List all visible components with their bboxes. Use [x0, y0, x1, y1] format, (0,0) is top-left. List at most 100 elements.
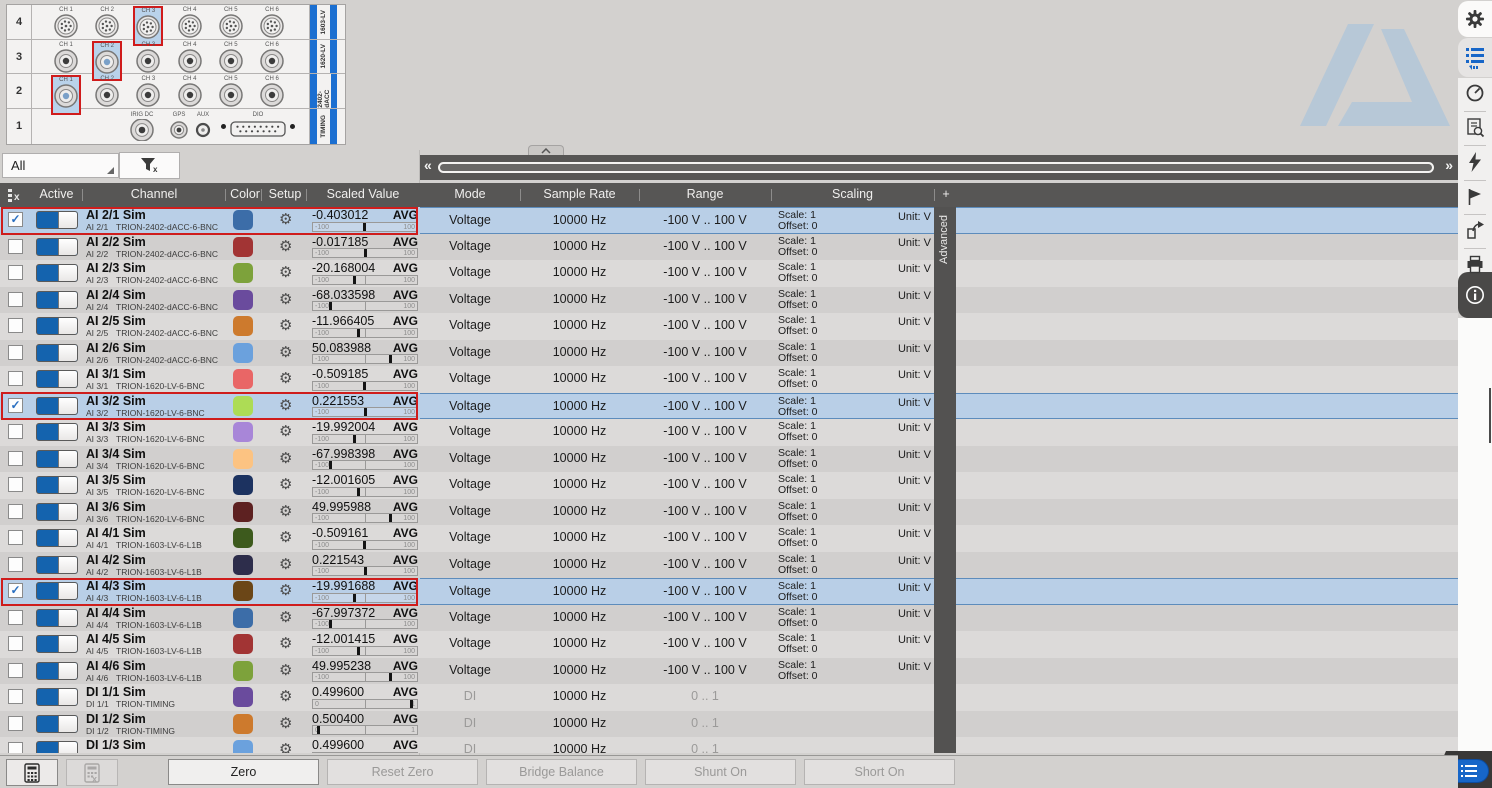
color-swatch[interactable] [233, 343, 253, 363]
channel-row[interactable]: AI 4/1 SimAI 4/1TRION-1603-LV-6-L1B⚙-0.5… [0, 525, 420, 552]
scroll-left-icon[interactable]: « [424, 157, 432, 173]
active-toggle[interactable] [36, 609, 78, 627]
gear-icon[interactable] [1465, 9, 1485, 29]
color-swatch[interactable] [233, 475, 253, 495]
channel-select-checkbox[interactable] [8, 318, 23, 333]
col-range[interactable]: Range [639, 187, 771, 201]
channel-select-checkbox[interactable] [8, 663, 23, 678]
color-swatch[interactable] [233, 422, 253, 442]
connector-irigdc[interactable]: IRIG DC [128, 111, 156, 146]
color-swatch[interactable] [233, 369, 253, 389]
channel-select-checkbox[interactable]: ✓ [8, 398, 23, 413]
col-color[interactable]: Color [226, 187, 264, 201]
active-toggle[interactable] [36, 370, 78, 388]
scroll-right-icon[interactable]: » [1445, 157, 1453, 173]
connector-ch1[interactable]: CH 1 [52, 6, 80, 43]
connector-ch2[interactable]: CH 2 [93, 6, 121, 43]
scrollbar-thumb[interactable] [438, 162, 1434, 173]
active-toggle[interactable] [36, 715, 78, 733]
deselect-all-icon[interactable]: x [8, 188, 22, 202]
channel-select-checkbox[interactable]: ✓ [8, 583, 23, 598]
setup-gear-icon[interactable]: ⚙ [279, 422, 292, 442]
color-swatch[interactable] [233, 396, 253, 416]
connector-ch6[interactable]: CH 6 [258, 41, 286, 78]
connector-aux[interactable]: AUX [189, 111, 217, 146]
color-swatch[interactable] [233, 555, 253, 575]
connector-ch5[interactable]: CH 5 [217, 6, 245, 43]
horizontal-scrollbar[interactable]: « » [420, 155, 1458, 180]
setup-gear-icon[interactable]: ⚙ [279, 502, 292, 522]
active-toggle[interactable] [36, 556, 78, 574]
setup-gear-icon[interactable]: ⚙ [279, 475, 292, 495]
setup-gear-icon[interactable]: ⚙ [279, 555, 292, 575]
setup-gear-icon[interactable]: ⚙ [279, 396, 292, 416]
color-swatch[interactable] [233, 634, 253, 654]
setup-gear-icon[interactable]: ⚙ [279, 740, 292, 753]
connector-ch3[interactable]: CH 3 [134, 75, 162, 112]
channel-select-checkbox[interactable]: ✓ [8, 212, 23, 227]
setup-gear-icon[interactable]: ⚙ [279, 661, 292, 681]
setup-gear-icon[interactable]: ⚙ [279, 687, 292, 707]
connector-ch3[interactable]: CH 3 [134, 41, 162, 78]
channel-row[interactable]: AI 2/5 SimAI 2/5TRION-2402-dACC-6-BNC⚙-1… [0, 313, 420, 340]
color-swatch[interactable] [233, 210, 253, 230]
setup-gear-icon[interactable]: ⚙ [279, 608, 292, 628]
color-swatch[interactable] [233, 608, 253, 628]
channel-row[interactable]: AI 3/5 SimAI 3/5TRION-1620-LV-6-BNC⚙-12.… [0, 472, 420, 499]
setup-gear-icon[interactable]: ⚙ [279, 263, 292, 283]
printer-icon[interactable] [1465, 255, 1485, 275]
channel-select-checkbox[interactable] [8, 239, 23, 254]
channel-row[interactable]: AI 2/3 SimAI 2/3TRION-2402-dACC-6-BNC⚙-2… [0, 260, 420, 287]
channel-row[interactable]: AI 2/6 SimAI 2/6TRION-2402-dACC-6-BNC⚙50… [0, 340, 420, 367]
setup-gear-icon[interactable]: ⚙ [279, 581, 292, 601]
active-toggle[interactable] [36, 503, 78, 521]
col-mode[interactable]: Mode [420, 187, 520, 201]
color-swatch[interactable] [233, 714, 253, 734]
connector-dio[interactable]: DIO [227, 111, 289, 144]
channel-row[interactable]: ✓AI 4/3 SimAI 4/3TRION-1603-LV-6-L1B⚙-19… [0, 578, 420, 605]
info-icon[interactable] [1465, 285, 1485, 305]
advanced-columns-tab[interactable]: Advanced [934, 207, 956, 753]
channel-row[interactable]: AI 4/6 SimAI 4/6TRION-1603-LV-6-L1B⚙49.9… [0, 658, 420, 685]
channel-select-checkbox[interactable] [8, 292, 23, 307]
channel-list-icon[interactable] [1465, 46, 1485, 72]
connector-ch4[interactable]: CH 4 [176, 6, 204, 43]
active-toggle[interactable] [36, 291, 78, 309]
channel-select-checkbox[interactable] [8, 504, 23, 519]
channel-select-checkbox[interactable] [8, 371, 23, 386]
add-column-button[interactable]: + [934, 187, 958, 201]
zero-button[interactable]: Zero [168, 759, 319, 785]
channel-row[interactable]: AI 2/4 SimAI 2/4TRION-2402-dACC-6-BNC⚙-6… [0, 287, 420, 314]
setup-gear-icon[interactable]: ⚙ [279, 343, 292, 363]
lightning-icon[interactable] [1465, 152, 1485, 172]
connector-ch5[interactable]: CH 5 [217, 75, 245, 112]
setup-gear-icon[interactable]: ⚙ [279, 290, 292, 310]
calculator-button[interactable] [6, 759, 58, 786]
active-toggle[interactable] [36, 662, 78, 680]
export-icon[interactable] [1465, 221, 1485, 241]
col-setup[interactable]: Setup [262, 187, 308, 201]
color-swatch[interactable] [233, 687, 253, 707]
channel-row[interactable]: AI 4/5 SimAI 4/5TRION-1603-LV-6-L1B⚙-12.… [0, 631, 420, 658]
setup-gear-icon[interactable]: ⚙ [279, 369, 292, 389]
filter-button[interactable]: x [119, 152, 180, 179]
channel-row[interactable]: AI 4/4 SimAI 4/4TRION-1603-LV-6-L1B⚙-67.… [0, 605, 420, 632]
active-toggle[interactable] [36, 423, 78, 441]
color-swatch[interactable] [233, 581, 253, 601]
channel-row[interactable]: DI 1/1 SimDI 1/1TRION-TIMING⚙0.499600AVG… [0, 684, 420, 711]
color-swatch[interactable] [233, 263, 253, 283]
channel-row[interactable]: AI 4/2 SimAI 4/2TRION-1603-LV-6-L1B⚙0.22… [0, 552, 420, 579]
color-swatch[interactable] [233, 528, 253, 548]
color-swatch[interactable] [233, 316, 253, 336]
active-toggle[interactable] [36, 317, 78, 335]
channel-select-checkbox[interactable] [8, 716, 23, 731]
active-toggle[interactable] [36, 635, 78, 653]
report-icon[interactable] [1465, 118, 1485, 138]
channel-filter-dropdown[interactable]: All [2, 153, 119, 178]
sidebar-scrollbar-thumb[interactable] [1489, 388, 1491, 443]
color-swatch[interactable] [233, 661, 253, 681]
active-toggle[interactable] [36, 476, 78, 494]
channel-select-checkbox[interactable] [8, 689, 23, 704]
channel-select-checkbox[interactable] [8, 451, 23, 466]
color-swatch[interactable] [233, 290, 253, 310]
